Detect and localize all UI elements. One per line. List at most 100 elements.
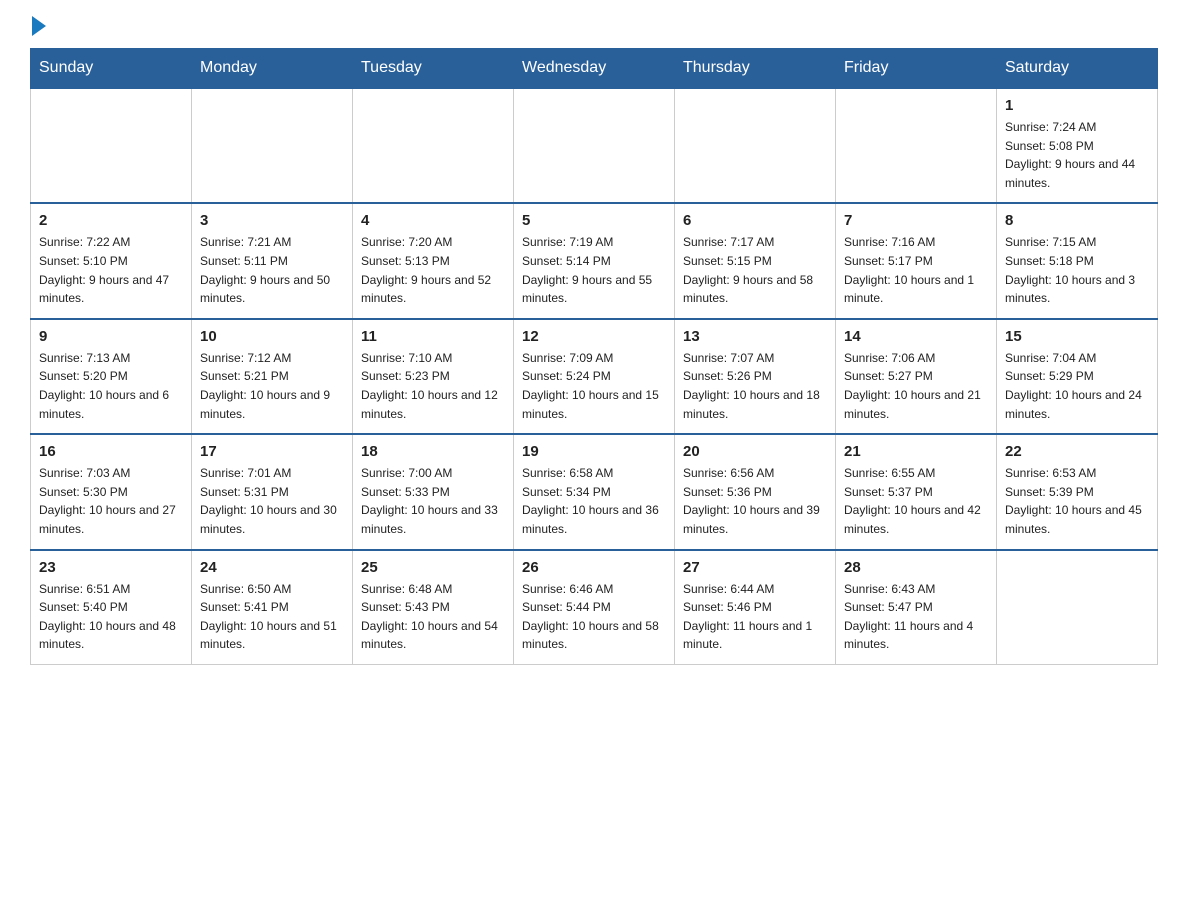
page-header bbox=[30, 20, 1158, 30]
day-number: 3 bbox=[200, 212, 344, 229]
day-info: Sunrise: 7:03 AMSunset: 5:30 PMDaylight:… bbox=[39, 464, 183, 538]
calendar-cell: 15 Sunrise: 7:04 AMSunset: 5:29 PMDayligh… bbox=[997, 319, 1158, 434]
day-number: 5 bbox=[522, 212, 666, 229]
day-info: Sunrise: 7:21 AMSunset: 5:11 PMDaylight:… bbox=[200, 233, 344, 307]
weekday-header-wednesday: Wednesday bbox=[514, 49, 675, 89]
calendar-cell: 25 Sunrise: 6:48 AMSunset: 5:43 PMDayligh… bbox=[353, 550, 514, 665]
calendar-cell: 2Sunrise: 7:22 AMSunset: 5:10 PMDaylight… bbox=[31, 203, 192, 318]
day-info: Sunrise: 7:20 AMSunset: 5:13 PMDaylight:… bbox=[361, 233, 505, 307]
day-number: 12 bbox=[522, 328, 666, 345]
day-info: Sunrise: 7:19 AMSunset: 5:14 PMDaylight:… bbox=[522, 233, 666, 307]
calendar-cell: 19 Sunrise: 6:58 AMSunset: 5:34 PMDayligh… bbox=[514, 434, 675, 549]
day-info: Sunrise: 7:24 AMSunset: 5:08 PMDaylight:… bbox=[1005, 118, 1149, 192]
weekday-header-row: SundayMondayTuesdayWednesdayThursdayFrid… bbox=[31, 49, 1158, 89]
weekday-header-saturday: Saturday bbox=[997, 49, 1158, 89]
calendar-body: 1 Sunrise: 7:24 AMSunset: 5:08 PMDaylight… bbox=[31, 88, 1158, 664]
day-info: Sunrise: 6:43 AMSunset: 5:47 PMDaylight:… bbox=[844, 580, 988, 654]
day-info: Sunrise: 7:10 AMSunset: 5:23 PMDaylight:… bbox=[361, 349, 505, 423]
day-info: Sunrise: 7:13 AMSunset: 5:20 PMDaylight:… bbox=[39, 349, 183, 423]
day-info: Sunrise: 6:51 AMSunset: 5:40 PMDaylight:… bbox=[39, 580, 183, 654]
day-info: Sunrise: 7:07 AMSunset: 5:26 PMDaylight:… bbox=[683, 349, 827, 423]
day-number: 10 bbox=[200, 328, 344, 345]
calendar-cell bbox=[192, 88, 353, 203]
day-number: 24 bbox=[200, 559, 344, 576]
logo-arrow-icon bbox=[32, 16, 46, 36]
day-number: 17 bbox=[200, 443, 344, 460]
day-number: 8 bbox=[1005, 212, 1149, 229]
day-number: 11 bbox=[361, 328, 505, 345]
calendar-cell: 17 Sunrise: 7:01 AMSunset: 5:31 PMDayligh… bbox=[192, 434, 353, 549]
day-number: 6 bbox=[683, 212, 827, 229]
calendar-cell: 8Sunrise: 7:15 AMSunset: 5:18 PMDaylight… bbox=[997, 203, 1158, 318]
day-info: Sunrise: 6:50 AMSunset: 5:41 PMDaylight:… bbox=[200, 580, 344, 654]
day-number: 20 bbox=[683, 443, 827, 460]
weekday-header-monday: Monday bbox=[192, 49, 353, 89]
day-info: Sunrise: 6:46 AMSunset: 5:44 PMDaylight:… bbox=[522, 580, 666, 654]
calendar-cell: 21 Sunrise: 6:55 AMSunset: 5:37 PMDayligh… bbox=[836, 434, 997, 549]
day-info: Sunrise: 7:00 AMSunset: 5:33 PMDaylight:… bbox=[361, 464, 505, 538]
calendar-cell: 26 Sunrise: 6:46 AMSunset: 5:44 PMDayligh… bbox=[514, 550, 675, 665]
calendar-cell bbox=[353, 88, 514, 203]
calendar-cell: 7 Sunrise: 7:16 AMSunset: 5:17 PMDaylight… bbox=[836, 203, 997, 318]
calendar-week-1: 1 Sunrise: 7:24 AMSunset: 5:08 PMDaylight… bbox=[31, 88, 1158, 203]
calendar-cell: 24 Sunrise: 6:50 AMSunset: 5:41 PMDayligh… bbox=[192, 550, 353, 665]
calendar-cell: 22 Sunrise: 6:53 AMSunset: 5:39 PMDayligh… bbox=[997, 434, 1158, 549]
calendar-cell: 9 Sunrise: 7:13 AMSunset: 5:20 PMDaylight… bbox=[31, 319, 192, 434]
calendar-cell: 23 Sunrise: 6:51 AMSunset: 5:40 PMDayligh… bbox=[31, 550, 192, 665]
day-info: Sunrise: 7:22 AMSunset: 5:10 PMDaylight:… bbox=[39, 233, 183, 307]
calendar-cell: 14 Sunrise: 7:06 AMSunset: 5:27 PMDayligh… bbox=[836, 319, 997, 434]
day-number: 9 bbox=[39, 328, 183, 345]
weekday-header-tuesday: Tuesday bbox=[353, 49, 514, 89]
day-info: Sunrise: 7:09 AMSunset: 5:24 PMDaylight:… bbox=[522, 349, 666, 423]
day-info: Sunrise: 6:53 AMSunset: 5:39 PMDaylight:… bbox=[1005, 464, 1149, 538]
calendar-cell: 28 Sunrise: 6:43 AMSunset: 5:47 PMDayligh… bbox=[836, 550, 997, 665]
day-number: 23 bbox=[39, 559, 183, 576]
day-info: Sunrise: 7:17 AMSunset: 5:15 PMDaylight:… bbox=[683, 233, 827, 307]
day-number: 21 bbox=[844, 443, 988, 460]
day-number: 18 bbox=[361, 443, 505, 460]
day-info: Sunrise: 7:01 AMSunset: 5:31 PMDaylight:… bbox=[200, 464, 344, 538]
calendar-cell: 6 Sunrise: 7:17 AMSunset: 5:15 PMDaylight… bbox=[675, 203, 836, 318]
day-number: 28 bbox=[844, 559, 988, 576]
calendar-cell: 20 Sunrise: 6:56 AMSunset: 5:36 PMDayligh… bbox=[675, 434, 836, 549]
calendar-cell bbox=[514, 88, 675, 203]
day-info: Sunrise: 6:55 AMSunset: 5:37 PMDaylight:… bbox=[844, 464, 988, 538]
day-info: Sunrise: 7:06 AMSunset: 5:27 PMDaylight:… bbox=[844, 349, 988, 423]
calendar-cell: 16 Sunrise: 7:03 AMSunset: 5:30 PMDayligh… bbox=[31, 434, 192, 549]
day-number: 25 bbox=[361, 559, 505, 576]
day-number: 7 bbox=[844, 212, 988, 229]
calendar-cell bbox=[675, 88, 836, 203]
calendar-cell bbox=[31, 88, 192, 203]
calendar-week-2: 2Sunrise: 7:22 AMSunset: 5:10 PMDaylight… bbox=[31, 203, 1158, 318]
day-info: Sunrise: 6:44 AMSunset: 5:46 PMDaylight:… bbox=[683, 580, 827, 654]
day-number: 1 bbox=[1005, 97, 1149, 114]
day-number: 22 bbox=[1005, 443, 1149, 460]
day-number: 15 bbox=[1005, 328, 1149, 345]
day-info: Sunrise: 7:12 AMSunset: 5:21 PMDaylight:… bbox=[200, 349, 344, 423]
calendar-week-4: 16 Sunrise: 7:03 AMSunset: 5:30 PMDayligh… bbox=[31, 434, 1158, 549]
calendar-cell: 18 Sunrise: 7:00 AMSunset: 5:33 PMDayligh… bbox=[353, 434, 514, 549]
calendar-cell: 10 Sunrise: 7:12 AMSunset: 5:21 PMDayligh… bbox=[192, 319, 353, 434]
day-info: Sunrise: 6:48 AMSunset: 5:43 PMDaylight:… bbox=[361, 580, 505, 654]
day-info: Sunrise: 6:56 AMSunset: 5:36 PMDaylight:… bbox=[683, 464, 827, 538]
day-info: Sunrise: 7:16 AMSunset: 5:17 PMDaylight:… bbox=[844, 233, 988, 307]
day-number: 14 bbox=[844, 328, 988, 345]
day-info: Sunrise: 6:58 AMSunset: 5:34 PMDaylight:… bbox=[522, 464, 666, 538]
calendar-cell bbox=[836, 88, 997, 203]
day-number: 4 bbox=[361, 212, 505, 229]
calendar-table: SundayMondayTuesdayWednesdayThursdayFrid… bbox=[30, 48, 1158, 665]
calendar-cell: 1 Sunrise: 7:24 AMSunset: 5:08 PMDaylight… bbox=[997, 88, 1158, 203]
logo bbox=[30, 20, 46, 30]
day-number: 19 bbox=[522, 443, 666, 460]
day-number: 26 bbox=[522, 559, 666, 576]
day-number: 16 bbox=[39, 443, 183, 460]
weekday-header-thursday: Thursday bbox=[675, 49, 836, 89]
weekday-header-friday: Friday bbox=[836, 49, 997, 89]
calendar-week-5: 23 Sunrise: 6:51 AMSunset: 5:40 PMDayligh… bbox=[31, 550, 1158, 665]
calendar-cell: 5 Sunrise: 7:19 AMSunset: 5:14 PMDaylight… bbox=[514, 203, 675, 318]
day-info: Sunrise: 7:04 AMSunset: 5:29 PMDaylight:… bbox=[1005, 349, 1149, 423]
calendar-cell bbox=[997, 550, 1158, 665]
calendar-cell: 4 Sunrise: 7:20 AMSunset: 5:13 PMDaylight… bbox=[353, 203, 514, 318]
day-number: 13 bbox=[683, 328, 827, 345]
day-number: 27 bbox=[683, 559, 827, 576]
